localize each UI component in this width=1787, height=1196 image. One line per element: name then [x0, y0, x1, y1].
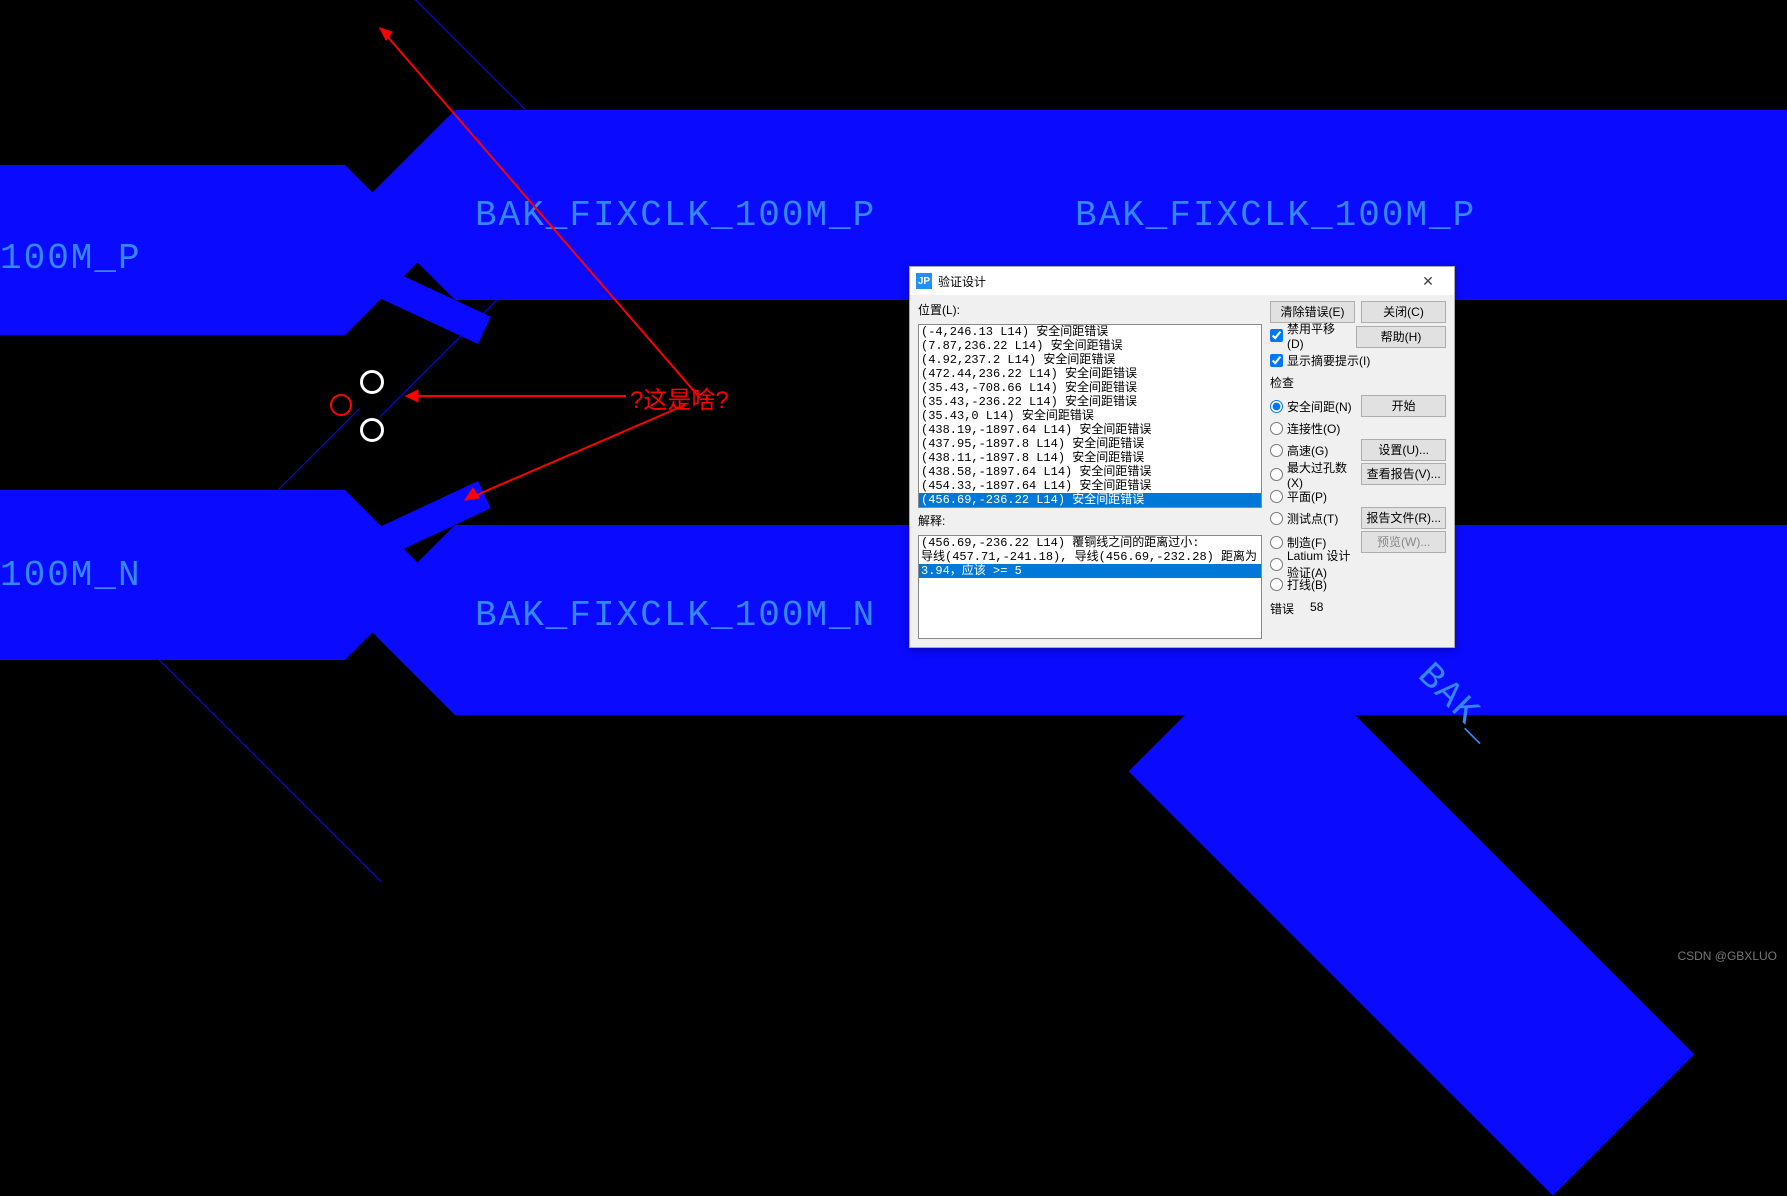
location-listbox[interactable]: (-2.95,245.08 L14) 安全间距错误(-4,246.13 L14)…: [918, 324, 1262, 508]
annotation-text: ?这是啥?: [630, 380, 729, 415]
latium-radio[interactable]: Latium 设计验证(A): [1270, 555, 1357, 573]
explain-listbox[interactable]: (456.69,-236.22 L14) 覆铜线之间的距离过小:导线(457.7…: [918, 535, 1262, 639]
dialog-titlebar[interactable]: JP 验证设计 ✕: [910, 267, 1454, 295]
via[interactable]: [360, 418, 384, 442]
location-item[interactable]: (7.87,236.22 L14) 安全间距错误: [919, 339, 1261, 353]
app-icon: JP: [916, 273, 932, 289]
close-button[interactable]: 关闭(C): [1361, 301, 1446, 323]
pcb-canvas[interactable]: BAK_FIXCLK_100M_P BAK_FIXCLK_100M_P 100M…: [0, 0, 1787, 967]
location-item[interactable]: (35.43,0 L14) 安全间距错误: [919, 409, 1261, 423]
net-label: 100M_P: [0, 238, 142, 279]
verify-design-dialog[interactable]: JP 验证设计 ✕ 位置(L): (-2.95,245.08 L14) 安全间距…: [909, 266, 1455, 648]
checks-group-label: 检查: [1270, 374, 1446, 391]
connectivity-radio[interactable]: 连接性(O): [1270, 419, 1357, 437]
setup-button[interactable]: 设置(U)...: [1361, 439, 1446, 461]
plane-radio[interactable]: 平面(P): [1270, 487, 1357, 505]
location-item[interactable]: (-4,246.13 L14) 安全间距错误: [919, 325, 1261, 339]
testpoint-radio[interactable]: 测试点(T): [1270, 509, 1357, 527]
highspeed-radio[interactable]: 高速(G): [1270, 441, 1357, 459]
report-file-button[interactable]: 报告文件(R)...: [1361, 507, 1446, 529]
annotation-arrow: [455, 400, 695, 510]
location-item[interactable]: (438.19,-1897.64 L14) 安全间距错误: [919, 423, 1261, 437]
explain-line[interactable]: 导线(457.71,-241.18), 导线(456.69,-232.28) 距…: [919, 550, 1261, 564]
net-label: BAK_FIXCLK_100M_P: [1075, 195, 1476, 236]
errors-count: 58: [1310, 600, 1323, 617]
start-button[interactable]: 开始: [1361, 395, 1446, 417]
location-item[interactable]: (438.11,-1897.8 L14) 安全间距错误: [919, 451, 1261, 465]
drc-error-marker[interactable]: [330, 394, 352, 416]
clearance-radio[interactable]: 安全间距(N): [1270, 397, 1357, 415]
view-report-button[interactable]: 查看报告(V)...: [1361, 463, 1446, 485]
location-item[interactable]: (437.95,-1897.8 L14) 安全间距错误: [919, 437, 1261, 451]
location-item[interactable]: (472.44,236.22 L14) 安全间距错误: [919, 367, 1261, 381]
net-label: BAK_FIXCLK_100M_N: [475, 595, 876, 636]
location-item[interactable]: (438.58,-1897.64 L14) 安全间距错误: [919, 465, 1261, 479]
dialog-title: 验证设计: [938, 273, 1408, 290]
maxvia-radio[interactable]: 最大过孔数(X): [1270, 465, 1357, 483]
location-item[interactable]: (35.43,-236.22 L14) 安全间距错误: [919, 395, 1261, 409]
location-item[interactable]: (456.69,-236.22 L14) 安全间距错误: [919, 493, 1261, 507]
preview-button[interactable]: 预览(W)...: [1361, 531, 1446, 553]
net-label: 100M_N: [0, 555, 142, 596]
explain-line[interactable]: 3.94，应该 >= 5: [919, 564, 1261, 578]
location-item[interactable]: (454.33,-1897.64 L14) 安全间距错误: [919, 479, 1261, 493]
location-label: 位置(L):: [918, 301, 1262, 318]
explain-label: 解释:: [918, 512, 1262, 529]
errors-label: 错误: [1270, 600, 1294, 617]
location-item[interactable]: (35.43,-708.66 L14) 安全间距错误: [919, 381, 1261, 395]
show-digest-checkbox[interactable]: 显示摘要提示(I): [1270, 351, 1446, 369]
annotation-arrow: [370, 18, 710, 408]
explain-line[interactable]: (456.69,-236.22 L14) 覆铜线之间的距离过小:: [919, 536, 1261, 550]
watermark: CSDN @GBXLUO: [1677, 949, 1777, 963]
wire-radio[interactable]: 打线(B): [1270, 575, 1357, 593]
location-item[interactable]: (4.92,237.2 L14) 安全间距错误: [919, 353, 1261, 367]
help-button[interactable]: 帮助(H): [1356, 326, 1446, 348]
disable-pan-checkbox[interactable]: 禁用平移(D): [1270, 326, 1350, 344]
close-icon[interactable]: ✕: [1408, 273, 1448, 290]
